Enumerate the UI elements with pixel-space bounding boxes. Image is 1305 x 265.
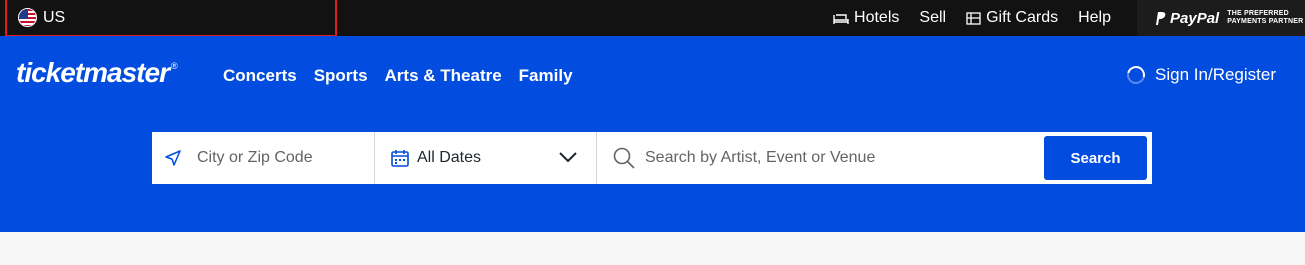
location-field[interactable] bbox=[152, 132, 375, 184]
date-filter-value: All Dates bbox=[417, 149, 482, 166]
country-selector[interactable]: US bbox=[5, 0, 337, 37]
date-filter-dropdown[interactable]: All Dates bbox=[375, 132, 597, 184]
search-input[interactable] bbox=[645, 149, 1025, 167]
chevron-down-icon bbox=[559, 152, 577, 163]
sign-in-label: Sign In/Register bbox=[1155, 65, 1276, 84]
calendar-icon bbox=[391, 150, 409, 167]
paypal-banner[interactable]: PayPal THE PREFERRED PAYMENTS PARTNER bbox=[1137, 0, 1305, 36]
bed-icon bbox=[833, 13, 849, 24]
nav-family[interactable]: Family bbox=[519, 66, 573, 86]
location-input[interactable] bbox=[197, 149, 367, 167]
paypal-wordmark: PayPal bbox=[1170, 9, 1220, 27]
paypal-logo: PayPal bbox=[1153, 10, 1219, 27]
ticketmaster-logo[interactable]: ticketmaster ® bbox=[16, 57, 178, 89]
help-label: Help bbox=[1078, 9, 1111, 26]
paypal-tagline-line2: PAYMENTS PARTNER bbox=[1227, 18, 1304, 25]
query-field[interactable]: Search bbox=[597, 132, 1152, 184]
gift-cards-link[interactable]: Gift Cards bbox=[966, 9, 1058, 27]
search-button[interactable]: Search bbox=[1044, 136, 1147, 180]
paypal-tagline: THE PREFERRED PAYMENTS PARTNER bbox=[1227, 10, 1303, 26]
hotels-label: Hotels bbox=[854, 9, 900, 26]
search-icon bbox=[613, 147, 635, 169]
help-link[interactable]: Help bbox=[1078, 9, 1111, 27]
sell-label: Sell bbox=[919, 9, 947, 26]
category-nav: Concerts Sports Arts & Theatre Family bbox=[223, 66, 573, 86]
main-header: ticketmaster ® Concerts Sports Arts & The… bbox=[0, 36, 1305, 232]
gift-cards-label: Gift Cards bbox=[986, 9, 1059, 26]
event-search-bar: All Dates Search bbox=[152, 132, 1152, 184]
utility-links: Hotels Sell Gift Cards Help PayPal THE P… bbox=[833, 0, 1305, 36]
country-label: US bbox=[43, 8, 66, 26]
loading-spinner-icon bbox=[1123, 62, 1149, 88]
registered-mark: ® bbox=[170, 61, 178, 71]
gift-card-icon bbox=[966, 11, 981, 25]
sell-link[interactable]: Sell bbox=[919, 9, 946, 27]
utility-bar: US Hotels Sell Gift Cards Help PayPal TH… bbox=[0, 0, 1305, 37]
us-flag-icon bbox=[18, 8, 37, 27]
nav-arts-theatre[interactable]: Arts & Theatre bbox=[385, 66, 502, 86]
paypal-tagline-line1: THE PREFERRED bbox=[1227, 10, 1289, 17]
nav-concerts[interactable]: Concerts bbox=[223, 66, 297, 86]
location-arrow-icon bbox=[165, 150, 181, 166]
logo-text: ticketmaster bbox=[16, 57, 170, 88]
nav-sports[interactable]: Sports bbox=[314, 66, 368, 86]
paypal-icon bbox=[1156, 12, 1166, 25]
hotels-link[interactable]: Hotels bbox=[833, 9, 899, 27]
sign-in-register-button[interactable]: Sign In/Register bbox=[1123, 62, 1276, 88]
